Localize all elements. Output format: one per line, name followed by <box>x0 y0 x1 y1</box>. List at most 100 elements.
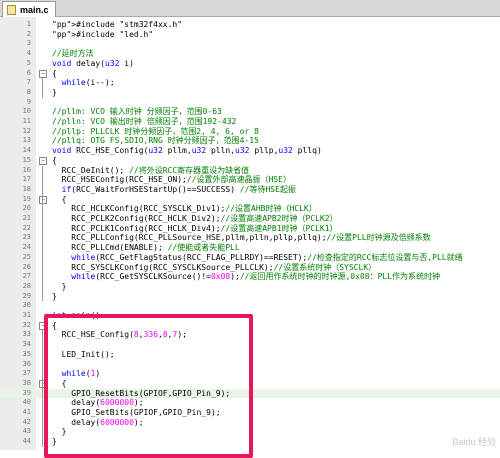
line-number: 36 <box>22 359 31 368</box>
line-number: 24 <box>22 243 31 252</box>
code-text: void delay(u32 i) <box>52 58 134 68</box>
line-number: 42 <box>22 417 31 426</box>
highlight-box <box>44 314 253 458</box>
code-text: if(RCC_WaitForHSEStartUp()==SUCCESS) //等… <box>61 184 296 194</box>
line-number: 21 <box>22 214 31 222</box>
code-line[interactable]: 22 RCC_PCLK1Config(RCC_HCLK_Div4);//设置高速… <box>0 224 500 234</box>
code-line[interactable]: 14 void RCC_HSE_Config(u32 pllm,u32 plln,… <box>0 146 500 156</box>
line-number: 38 <box>22 378 31 387</box>
code-line[interactable]: 4 //延时方法 <box>0 49 500 59</box>
code-text: { <box>52 68 57 78</box>
code-line[interactable]: 19− { <box>0 195 500 205</box>
line-number: 35 <box>22 349 31 358</box>
tab-bar: main.c <box>0 0 500 17</box>
fold-toggle-icon[interactable]: − <box>39 195 47 204</box>
code-text: } <box>52 281 67 291</box>
code-line[interactable]: 24 RCC_PLLCmd(ENABLE); //使能或者失能PLL <box>0 243 500 253</box>
code-line[interactable]: 1 "pp">#include "stm32f4xx.h" <box>0 20 500 30</box>
code-line[interactable]: 3 <box>0 39 500 49</box>
c-file-icon <box>7 4 16 15</box>
code-line[interactable]: 16 RCC_DeInit(); //将外设RCC寄存器重设为缺省值 <box>0 166 500 176</box>
line-number: 28 <box>22 281 31 290</box>
code-text: while(i--); <box>61 78 115 88</box>
code-line[interactable]: 8} <box>0 88 500 98</box>
line-number: 12 <box>22 126 31 135</box>
code-line[interactable]: 23 RCC_PLLConfig(RCC_PLLSource_HSE,pllm,… <box>0 233 500 243</box>
fold-guide <box>42 204 43 292</box>
line-number: 27 <box>22 272 31 281</box>
line-number: 4 <box>26 49 31 58</box>
code-text: while(RCC_GetFlagStatus(RCC_FLAG_PLLRDY)… <box>71 252 463 262</box>
line-number: 43 <box>22 427 31 436</box>
code-line[interactable]: 29} <box>0 292 500 302</box>
code-text: RCC_DeInit(); //将外设RCC寄存器重设为缺省值 <box>52 165 250 175</box>
line-number: 22 <box>22 223 31 232</box>
code-text: //pllm: VCO 输入时钟 分频因子，范围0-63 <box>52 107 222 117</box>
code-line[interactable]: 17 RCC_HSEConfig(RCC_HSE_ON);//设置外部高速晶振（… <box>0 175 500 185</box>
line-number: 19 <box>22 194 31 203</box>
code-text: "pp">#include "led.h" <box>52 29 154 39</box>
line-number: 20 <box>22 204 31 213</box>
code-line[interactable]: 2 "pp">#include "led.h" <box>0 30 500 40</box>
code-text: RCC_PCLK2Config(RCC_HCLK_Div2);//设置高速APB… <box>52 214 338 223</box>
line-number: 5 <box>26 58 31 67</box>
fold-guide <box>42 388 43 438</box>
code-text: RCC_HCLKConfig(RCC_SYSCLK_Div1);//设置AHB时… <box>52 204 317 214</box>
code-line[interactable]: 5 void delay(u32 i) <box>0 59 500 69</box>
line-number: 1 <box>26 20 31 28</box>
line-number: 9 <box>26 97 31 106</box>
code-text: //pllq: OTG FS,SDIO,RNG 时钟分频因子，范围4-15 <box>52 136 259 146</box>
code-editor[interactable]: 1 "pp">#include "stm32f4xx.h" 2 "pp">#inclu… <box>0 17 500 458</box>
code-line[interactable]: 15−{ <box>0 156 500 166</box>
line-number: 44 <box>22 437 31 446</box>
code-line[interactable]: 18 if(RCC_WaitForHSEStartUp()==SUCCESS) … <box>0 185 500 195</box>
line-number: 8 <box>26 87 31 96</box>
code-text: RCC_PLLConfig(RCC_PLLSource_HSE,pllm,pll… <box>52 233 431 243</box>
code-line[interactable]: 21 RCC_PCLK2Config(RCC_HCLK_Div2);//设置高速… <box>0 214 500 224</box>
code-text: //plln: VCO 输出时钟 倍频因子，范围192-432 <box>52 117 237 126</box>
line-number: 40 <box>22 398 31 407</box>
line-number: 26 <box>22 262 31 271</box>
line-number: 13 <box>22 136 31 145</box>
line-number: 3 <box>26 39 31 48</box>
code-line[interactable]: 13 //pllq: OTG FS,SDIO,RNG 时钟分频因子，范围4-15 <box>0 136 500 146</box>
line-number: 2 <box>26 29 31 38</box>
line-number: 39 <box>22 388 31 397</box>
line-number: 23 <box>22 233 31 242</box>
line-number: 41 <box>22 408 31 416</box>
code-line[interactable]: 25 while(RCC_GetFlagStatus(RCC_FLAG_PLLR… <box>0 253 500 263</box>
code-line[interactable]: 30 <box>0 301 500 311</box>
line-number: 14 <box>22 146 31 155</box>
code-line[interactable]: 26 RCC_SYSCLKConfig(RCC_SYSCLKSource_PLL… <box>0 263 500 273</box>
fold-toggle-icon[interactable]: − <box>39 156 47 165</box>
code-text: RCC_HSEConfig(RCC_HSE_ON);//设置外部高速晶振（HSE… <box>52 175 291 185</box>
code-line[interactable]: 11 //plln: VCO 输出时钟 倍频因子，范围192-432 <box>0 117 500 127</box>
line-number: 18 <box>22 184 31 193</box>
code-line[interactable]: 27 while(RCC_GetSYSCLKSource()!=0x08);//… <box>0 272 500 282</box>
code-line[interactable]: 20 RCC_HCLKConfig(RCC_SYSCLK_Div1);//设置A… <box>0 204 500 214</box>
tab-label: main.c <box>20 4 49 15</box>
code-text: void RCC_HSE_Config(u32 pllm,u32 plln,u3… <box>52 146 322 156</box>
code-line[interactable]: 10 //pllm: VCO 输入时钟 分频因子，范围0-63 <box>0 107 500 117</box>
line-number: 31 <box>22 311 31 319</box>
line-number: 16 <box>22 165 31 174</box>
line-number: 34 <box>22 340 31 349</box>
code-text: RCC_PCLK1Config(RCC_HCLK_Div4);//设置高速APB… <box>52 223 338 233</box>
line-number: 15 <box>22 155 31 164</box>
code-line[interactable]: 6−{ <box>0 69 500 79</box>
line-number: 29 <box>22 291 31 300</box>
code-line[interactable]: 9 <box>0 98 500 108</box>
tab-main-c[interactable]: main.c <box>2 1 56 17</box>
line-number: 33 <box>22 330 31 339</box>
watermark: Baidu 经验 <box>452 437 496 447</box>
code-line[interactable]: 12 //pllp: PLLCLK 时钟分频因子，范围2, 4, 6, or 8 <box>0 127 500 137</box>
code-line[interactable]: 7 while(i--); <box>0 78 500 88</box>
code-text: } <box>52 291 57 301</box>
line-number: 11 <box>22 117 31 125</box>
code-line[interactable]: 28 } <box>0 282 500 292</box>
line-number: 10 <box>22 107 31 116</box>
code-text: //pllp: PLLCLK 时钟分频因子，范围2, 4, 6, or 8 <box>52 126 259 136</box>
code-text: { <box>52 194 67 204</box>
line-number: 37 <box>22 369 31 378</box>
fold-toggle-icon[interactable]: − <box>39 69 47 78</box>
